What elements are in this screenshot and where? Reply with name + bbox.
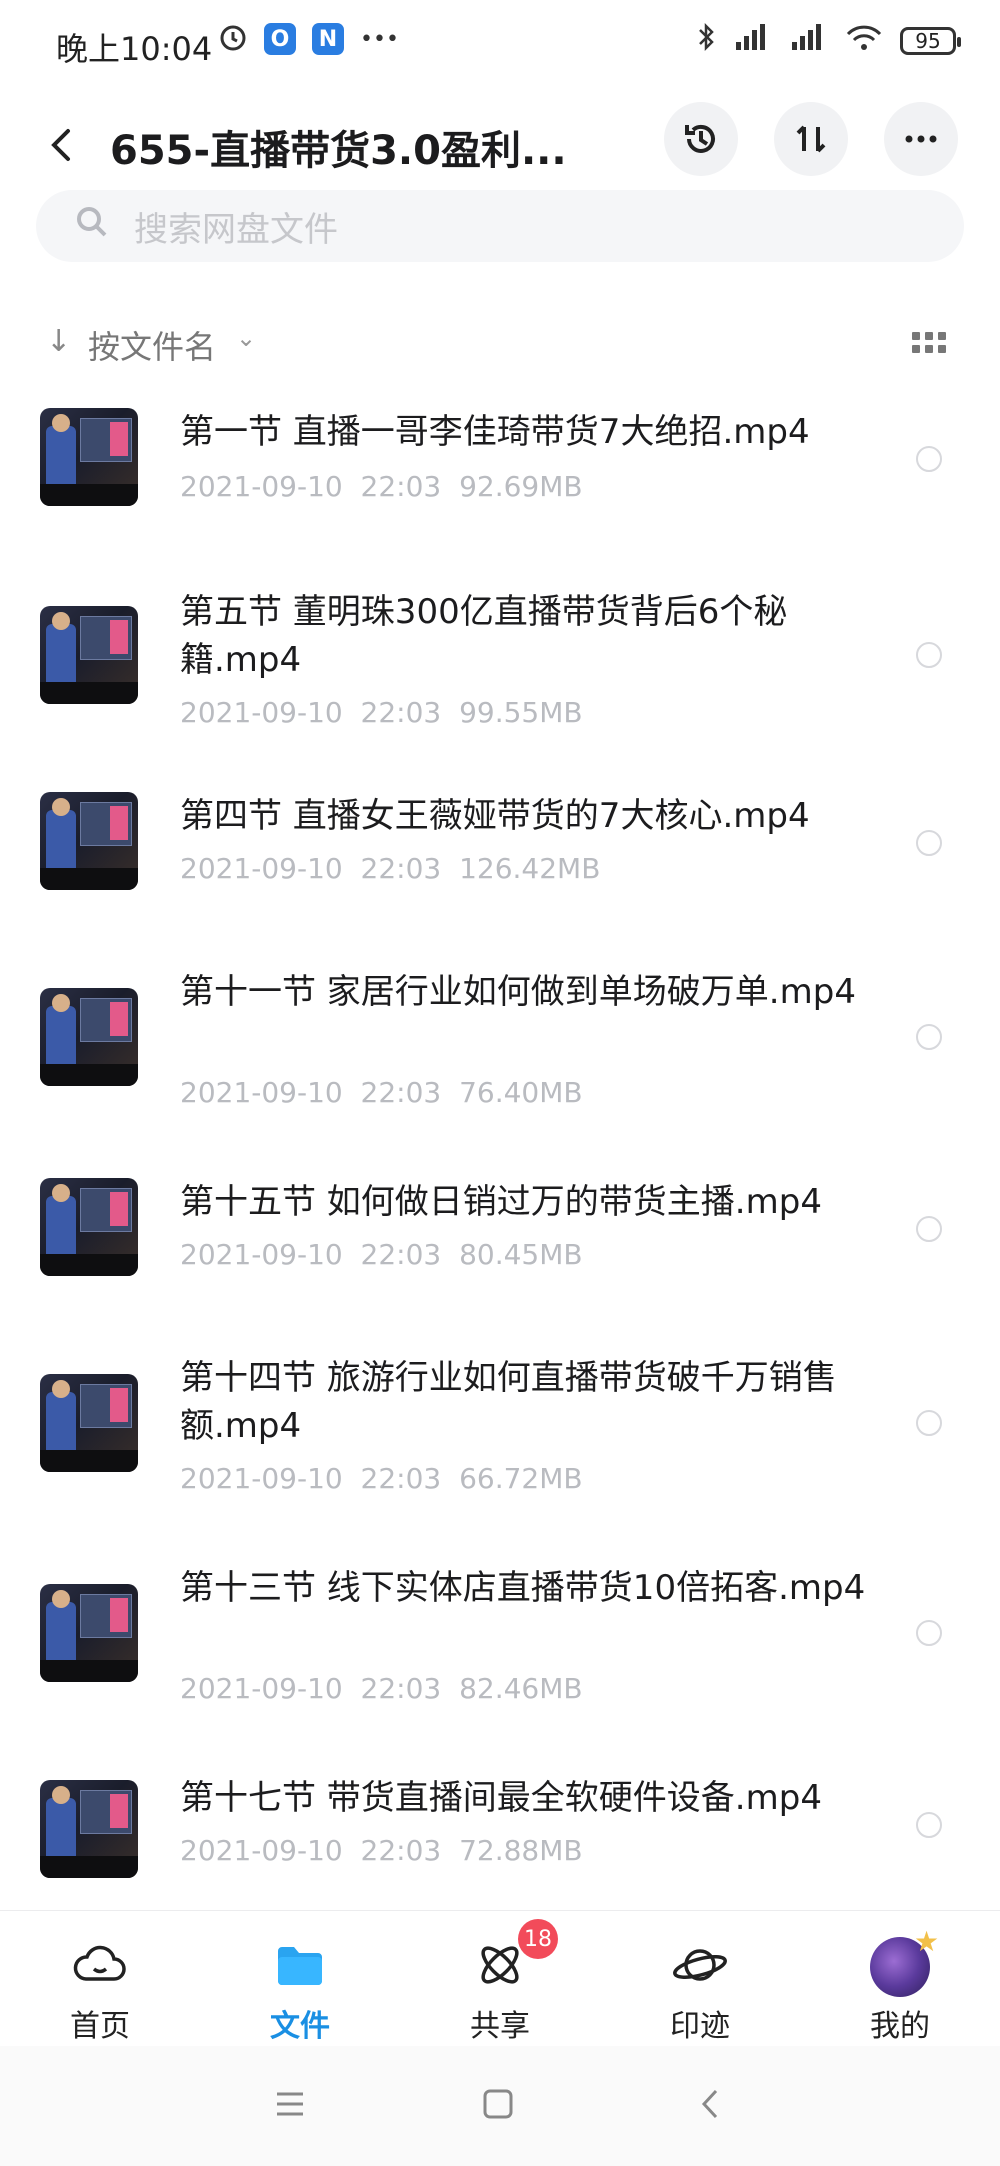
tab-label: 我的 <box>870 2009 930 2044</box>
video-thumbnail <box>40 988 138 1086</box>
battery-indicator: 95 <box>900 26 961 55</box>
cloud-home-icon <box>73 1945 126 1981</box>
file-name: 第十一节 家居行业如何做到单场破万单.mp4 <box>180 972 856 1012</box>
back-icon[interactable] <box>690 2084 730 2124</box>
chevron-down-icon[interactable]: ⌄ <box>236 324 256 352</box>
file-name: 第四节 直播女王薇娅带货的7大核心.mp4 <box>180 796 810 836</box>
file-meta: 2021-09-10 22:03 76.40MB <box>180 1076 583 1109</box>
file-meta: 2021-09-10 22:03 72.88MB <box>180 1834 583 1867</box>
select-radio[interactable] <box>916 1024 942 1050</box>
search-placeholder: 搜索网盘文件 <box>134 210 338 250</box>
video-thumbnail <box>40 1374 138 1472</box>
star-icon: ★ <box>914 1925 940 1958</box>
sort-label[interactable]: 按文件名 <box>88 322 216 368</box>
video-thumbnail <box>40 606 138 704</box>
history-button[interactable] <box>664 102 738 176</box>
app-notification-icon: N <box>312 23 344 55</box>
video-thumbnail <box>40 1780 138 1878</box>
file-meta: 2021-09-10 22:03 99.55MB <box>180 696 583 729</box>
sort-bar: ↓ 按文件名 ⌄ <box>0 318 1000 368</box>
tab-label: 文件 <box>270 2009 330 2044</box>
status-right: 95 <box>696 22 961 59</box>
search-input[interactable]: 搜索网盘文件 <box>36 190 964 262</box>
bluetooth-icon <box>696 22 716 59</box>
notification-badge: 18 <box>518 1919 558 1959</box>
select-radio[interactable] <box>916 1410 942 1436</box>
more-button[interactable] <box>884 102 958 176</box>
video-thumbnail <box>40 1178 138 1276</box>
tab-files[interactable]: 文件 <box>200 1911 400 2047</box>
search-icon <box>74 204 110 249</box>
transfer-button[interactable] <box>774 102 848 176</box>
folder-title: 655-直播带货3.0盈利... <box>110 128 567 174</box>
planet-icon <box>673 1949 727 1981</box>
app-notification-icon: O <box>264 23 296 55</box>
folder-icon <box>278 1947 322 1985</box>
select-radio[interactable] <box>916 446 942 472</box>
chevron-left-icon <box>51 129 70 161</box>
tab-footprint[interactable]: 印迹 <box>600 1911 800 2047</box>
file-meta: 2021-09-10 22:03 92.69MB <box>180 470 583 503</box>
status-left-icons: O N ••• <box>218 22 399 56</box>
status-bar: 晚上10:04 O N ••• 95 <box>0 0 1000 90</box>
tab-label: 首页 <box>70 2009 130 2044</box>
sort-icon <box>796 125 826 153</box>
alarm-icon <box>218 22 248 56</box>
select-radio[interactable] <box>916 1812 942 1838</box>
tab-home[interactable]: 首页 <box>0 1911 200 2047</box>
select-radio[interactable] <box>916 642 942 668</box>
video-thumbnail <box>40 408 138 506</box>
file-name: 第五节 董明珠300亿直播带货背后6个秘籍.mp4 <box>180 592 788 680</box>
bottom-tab-bar: 首页 文件 18 共享 印迹 ★ 我的 <box>0 1910 1000 2047</box>
file-name: 第十五节 如何做日销过万的带货主播.mp4 <box>180 1182 822 1222</box>
video-thumbnail <box>40 792 138 890</box>
sort-direction-icon[interactable]: ↓ <box>46 324 71 359</box>
tab-me[interactable]: ★ 我的 <box>800 1911 1000 2047</box>
menu-icon[interactable] <box>270 2084 310 2124</box>
history-icon <box>685 124 715 153</box>
signal-icon <box>788 22 828 59</box>
signal-icon <box>732 22 772 59</box>
wifi-icon <box>844 22 884 59</box>
select-radio[interactable] <box>916 1620 942 1646</box>
file-name: 第十七节 带货直播间最全软硬件设备.mp4 <box>180 1778 822 1818</box>
more-notifications: ••• <box>360 26 399 52</box>
tab-label: 共享 <box>470 2009 530 2044</box>
video-thumbnail <box>40 1584 138 1682</box>
back-button[interactable] <box>38 122 84 168</box>
grid-view-icon[interactable] <box>912 332 946 354</box>
status-time: 晚上10:04 <box>56 30 213 68</box>
system-nav-bar <box>0 2046 1000 2166</box>
file-meta: 2021-09-10 22:03 126.42MB <box>180 852 601 885</box>
select-radio[interactable] <box>916 1216 942 1242</box>
more-icon <box>905 135 937 143</box>
file-meta: 2021-09-10 22:03 80.45MB <box>180 1238 583 1271</box>
home-icon[interactable] <box>478 2084 518 2124</box>
file-name: 第一节 直播一哥李佳琦带货7大绝招.mp4 <box>180 412 810 452</box>
file-name: 第十四节 旅游行业如何直播带货破千万销售额.mp4 <box>180 1358 837 1446</box>
file-meta: 2021-09-10 22:03 66.72MB <box>180 1462 583 1495</box>
tab-share[interactable]: 18 共享 <box>400 1911 600 2047</box>
file-name: 第十三节 线下实体店直播带货10倍拓客.mp4 <box>180 1568 866 1608</box>
select-radio[interactable] <box>916 830 942 856</box>
file-meta: 2021-09-10 22:03 82.46MB <box>180 1672 583 1705</box>
tab-label: 印迹 <box>670 2009 730 2044</box>
